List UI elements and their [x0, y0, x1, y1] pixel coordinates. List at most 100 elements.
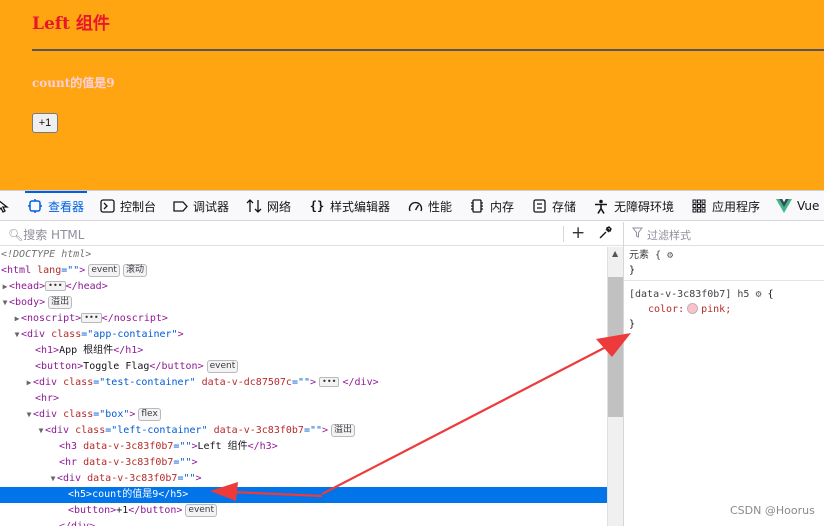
- eyedropper-icon[interactable]: [598, 226, 612, 243]
- tab-label: 查看器: [48, 199, 85, 214]
- event-badge[interactable]: event: [185, 504, 218, 517]
- tab-label: Vue: [797, 199, 820, 213]
- search-icon: 🔍︎: [8, 228, 24, 242]
- tree-node-app-container[interactable]: ▼ <div class="app-container">: [0, 327, 607, 343]
- tree-node-html[interactable]: <html lang=""> event 滚动: [0, 263, 607, 279]
- filter-styles-bar[interactable]: 过滤样式: [624, 222, 824, 246]
- tab-application[interactable]: 应用程序: [691, 191, 760, 221]
- tab-label: 性能: [428, 199, 453, 214]
- tab-accessibility[interactable]: 无障碍环境: [593, 191, 674, 221]
- console-icon: [99, 198, 115, 214]
- vue-icon: [776, 198, 792, 214]
- flex-badge[interactable]: flex: [138, 408, 161, 421]
- collapsed-ellipsis[interactable]: •••: [81, 313, 102, 323]
- tab-label: 样式编辑器: [330, 199, 391, 214]
- tree-node-h1[interactable]: <h1>App 根组件</h1>: [0, 343, 607, 359]
- event-badge[interactable]: event: [206, 360, 239, 373]
- inspector-icon: [27, 198, 43, 214]
- tree-node-body[interactable]: ▼ <body> 溢出: [0, 295, 607, 311]
- overflow-badge[interactable]: 溢出: [331, 424, 356, 437]
- tab-debugger[interactable]: 调试器: [172, 191, 229, 221]
- markup-tree: <!DOCTYPE html> <html lang=""> event 滚动 ▶ <…: [0, 247, 607, 526]
- tree-node-hr[interactable]: <hr>: [0, 391, 607, 407]
- tab-inspector[interactable]: 查看器: [24, 191, 88, 221]
- tree-node-test-container[interactable]: ▶ <div class="test-container" data-v-dc87…: [0, 375, 607, 391]
- gear-icon[interactable]: ⚙: [755, 289, 761, 300]
- scroll-badge[interactable]: 滚动: [122, 264, 147, 277]
- scoped-rule-selector: [data-v-3c83f0b7] h5 ⚙ {: [629, 289, 774, 300]
- tab-label: 控制台: [120, 199, 157, 214]
- overflow-badge[interactable]: 溢出: [48, 296, 73, 309]
- page-viewport: Left 组件 count的值是9 +1: [0, 0, 824, 190]
- network-icon: [246, 198, 262, 214]
- storage-icon: [531, 198, 547, 214]
- collapse-arrow-icon[interactable]: ▼: [25, 407, 33, 423]
- collapse-arrow-icon[interactable]: ▼: [1, 295, 9, 311]
- devtools-toolbar: 查看器 控制台 调试器 网络 {} 样式编辑器 性能 内存 存储 无障碍环境 应…: [0, 191, 824, 221]
- tree-node-button-plus[interactable]: <button>+1</button> event: [0, 503, 607, 519]
- color-declaration[interactable]: color: pink;: [648, 302, 731, 317]
- tree-node-head[interactable]: ▶ <head> ••• </head>: [0, 279, 607, 295]
- rules-panel: 过滤样式 元素 { ⚙ } [data-v-3c83f0b7] h5 ⚙ { c…: [623, 222, 824, 526]
- debugger-icon: [172, 198, 188, 214]
- scroll-up-arrow-icon[interactable]: ▲: [612, 249, 618, 258]
- tab-label: 网络: [267, 199, 292, 214]
- tree-node-noscript[interactable]: ▶ <noscript> ••• </noscript>: [0, 311, 607, 327]
- collapse-arrow-icon[interactable]: ▼: [49, 471, 57, 487]
- tab-style-editor[interactable]: {} 样式编辑器: [309, 191, 390, 221]
- collapse-arrow-icon[interactable]: ▼: [13, 327, 21, 343]
- rule-divider: [624, 280, 824, 281]
- tab-storage[interactable]: 存储: [531, 191, 576, 221]
- filter-styles-input[interactable]: 过滤样式: [647, 227, 691, 243]
- plus-one-button[interactable]: +1: [32, 113, 58, 133]
- performance-icon: [407, 198, 423, 214]
- collapse-arrow-icon[interactable]: ▼: [37, 423, 45, 439]
- tree-node-div-close[interactable]: </div>: [0, 519, 607, 526]
- tab-label: 无障碍环境: [614, 199, 675, 214]
- add-node-icon[interactable]: +: [571, 223, 585, 243]
- tree-node-inner-div[interactable]: ▼ <div data-v-3c83f0b7="">: [0, 471, 607, 487]
- horizontal-rule: [32, 49, 824, 51]
- event-badge[interactable]: event: [88, 264, 120, 277]
- tree-node-left-container[interactable]: ▼ <div class="left-container" data-v-3c83…: [0, 423, 607, 439]
- tree-node-hr-scoped[interactable]: <hr data-v-3c83f0b7="">: [0, 455, 607, 471]
- html-search-input[interactable]: 🔍︎搜索 HTML: [8, 226, 84, 243]
- element-rule-selector: 元素 { ⚙: [629, 250, 674, 261]
- scrollbar-thumb[interactable]: [608, 277, 623, 417]
- expand-arrow-icon[interactable]: ▶: [25, 375, 33, 391]
- gear-icon[interactable]: ⚙: [667, 250, 673, 261]
- divider: [563, 226, 564, 242]
- accessibility-icon: [593, 198, 609, 214]
- tab-network[interactable]: 网络: [246, 191, 291, 221]
- tab-performance[interactable]: 性能: [407, 191, 452, 221]
- tab-vue[interactable]: Vue: [776, 191, 819, 221]
- element-rule-close: }: [629, 265, 636, 276]
- tree-node-button-toggle[interactable]: <button>Toggle Flag</button> event: [0, 359, 607, 375]
- count-text: count的值是9: [32, 76, 115, 90]
- element-picker-icon[interactable]: [0, 191, 9, 221]
- html-search-bar: 🔍︎搜索 HTML +: [0, 222, 623, 246]
- expand-arrow-icon[interactable]: ▶: [13, 311, 21, 327]
- tab-label: 应用程序: [712, 199, 761, 214]
- application-icon: [691, 198, 707, 214]
- style-editor-icon: {}: [309, 199, 325, 213]
- scoped-rule-close: }: [629, 319, 636, 330]
- collapsed-ellipsis[interactable]: •••: [319, 377, 340, 387]
- tab-label: 存储: [552, 199, 577, 214]
- markup-scrollbar[interactable]: ▲: [607, 247, 623, 526]
- tree-node-h3[interactable]: <h3 data-v-3c83f0b7="">Left 组件</h3>: [0, 439, 607, 455]
- tab-label: 内存: [490, 199, 515, 214]
- tree-node-box[interactable]: ▼ <div class="box"> flex: [0, 407, 607, 423]
- collapsed-ellipsis[interactable]: •••: [45, 281, 66, 291]
- left-component-title: Left 组件: [32, 14, 110, 34]
- tab-label: 调试器: [193, 199, 230, 214]
- tab-console[interactable]: 控制台: [99, 191, 156, 221]
- memory-icon: [469, 198, 485, 214]
- tab-memory[interactable]: 内存: [469, 191, 514, 221]
- expand-arrow-icon[interactable]: ▶: [1, 279, 9, 295]
- tree-node-h5-selected[interactable]: <h5>count的值是9</h5>: [0, 487, 607, 503]
- devtools-panel: 查看器 控制台 调试器 网络 {} 样式编辑器 性能 内存 存储 无障碍环境 应…: [0, 190, 824, 526]
- tree-node-doctype[interactable]: <!DOCTYPE html>: [0, 247, 607, 263]
- color-swatch-icon[interactable]: [687, 303, 699, 314]
- watermark: CSDN @Hoorus: [730, 504, 815, 517]
